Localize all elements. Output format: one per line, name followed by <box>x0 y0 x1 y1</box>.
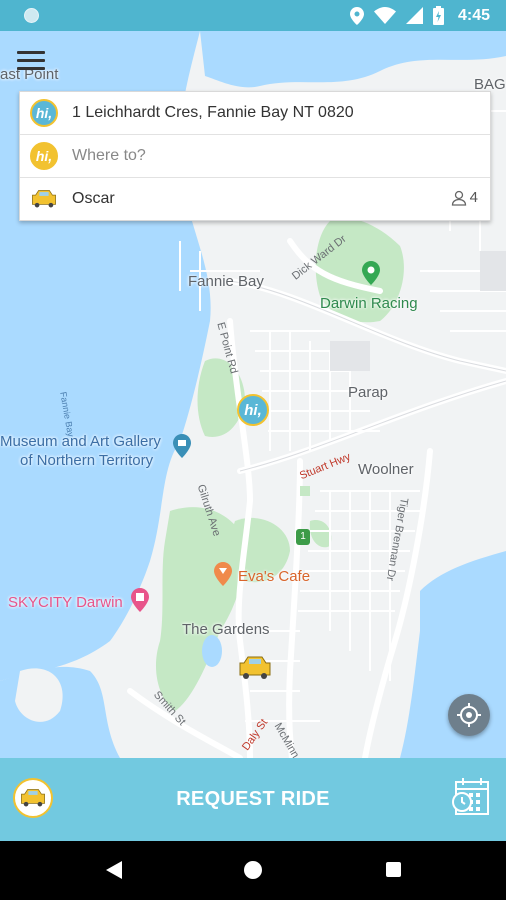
wifi-icon <box>373 7 396 24</box>
back-icon[interactable] <box>106 861 122 879</box>
map-label-museum-line2: of Northern Territory <box>20 452 154 469</box>
schedule-calendar-icon[interactable] <box>450 776 490 818</box>
hamburger-line-icon <box>17 51 45 54</box>
hamburger-line-icon <box>17 59 45 62</box>
notification-dot-icon <box>24 8 39 23</box>
hamburger-line-icon <box>17 67 45 70</box>
vehicle-name: Oscar <box>72 190 115 207</box>
location-icon <box>349 6 364 25</box>
my-location-button[interactable] <box>448 694 490 736</box>
map-label-darwin-racing: Darwin Racing <box>320 295 418 312</box>
map-label-parap: Parap <box>348 384 389 401</box>
person-icon <box>451 190 466 206</box>
status-bar: 4:45 <box>0 0 506 31</box>
museum-pin-icon[interactable] <box>173 434 191 458</box>
map-label-museum-line1: Museum and Art Gallery <box>0 433 161 450</box>
request-ride-button[interactable]: REQUEST RIDE <box>130 778 376 820</box>
battery-icon <box>432 6 444 25</box>
vehicle-select-button[interactable] <box>13 778 53 818</box>
cafe-pin-icon[interactable] <box>214 562 232 586</box>
pickup-marker[interactable]: hi, <box>237 394 269 426</box>
vehicle-car-icon <box>32 190 56 208</box>
route-shield-icon: 1 <box>296 529 310 545</box>
map-label-the-gardens: The Gardens <box>182 621 270 638</box>
car-icon <box>21 789 45 807</box>
trip-card: hi, 1 Leichhardt Cres, Fannie Bay NT 082… <box>19 91 491 221</box>
casino-pin-icon[interactable] <box>131 588 149 612</box>
pickup-row[interactable]: hi, 1 Leichhardt Cres, Fannie Bay NT 082… <box>20 92 490 135</box>
passenger-count-value: 4 <box>469 189 478 206</box>
pickup-badge-icon: hi, <box>30 99 58 127</box>
map-label-fannie-bay: Fannie Bay <box>188 273 264 290</box>
car-marker-icon <box>239 656 271 679</box>
menu-button[interactable] <box>17 51 45 73</box>
status-time: 4:45 <box>457 6 490 24</box>
vehicle-row[interactable]: Oscar 4 <box>20 178 490 220</box>
bottom-bar: REQUEST RIDE <box>0 758 506 841</box>
home-icon[interactable] <box>244 861 262 879</box>
map-label-evas-cafe: Eva's Cafe <box>238 568 311 585</box>
map-label-woolner: Woolner <box>358 461 414 478</box>
pickup-address: 1 Leichhardt Cres, Fannie Bay NT 0820 <box>72 104 354 121</box>
map-view[interactable]: ast Point BAG Fannie Bay Darwin Racing P… <box>0 31 506 758</box>
recent-apps-icon[interactable] <box>386 862 401 877</box>
destination-input[interactable]: Where to? <box>72 147 146 165</box>
destination-row[interactable]: hi, Where to? <box>20 135 490 178</box>
signal-icon <box>405 7 423 24</box>
status-icons: 4:45 <box>349 0 490 31</box>
crosshair-icon <box>457 703 481 727</box>
passenger-count: 4 <box>451 189 478 206</box>
map-label-skycity: SKYCITY Darwin <box>8 594 123 611</box>
destination-badge-icon: hi, <box>30 142 58 170</box>
system-nav-bar <box>0 841 506 900</box>
park-pin-icon[interactable] <box>362 261 380 285</box>
